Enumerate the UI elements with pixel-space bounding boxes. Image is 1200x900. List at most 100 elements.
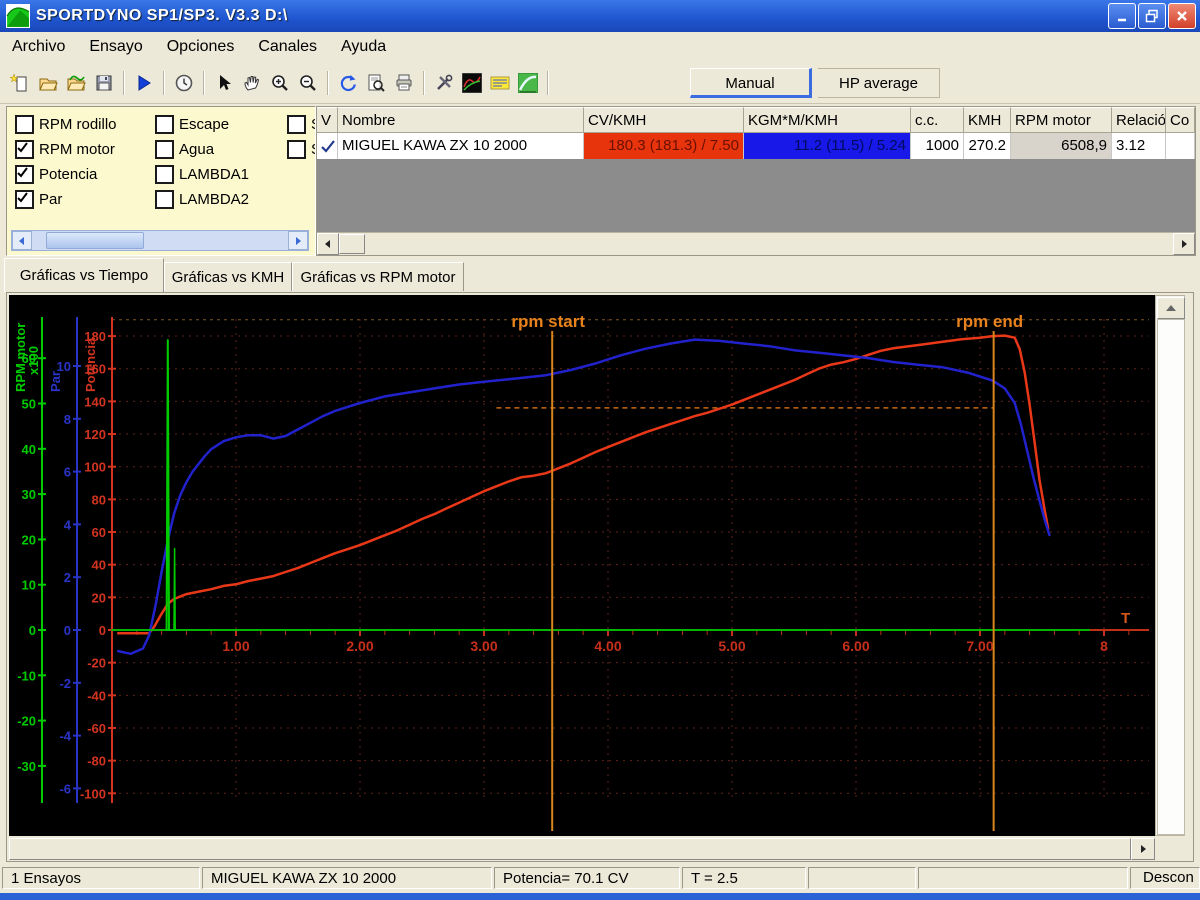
svg-text:7.00: 7.00 (966, 638, 993, 654)
scroll-right-icon[interactable] (1173, 233, 1195, 255)
svg-text:5.00: 5.00 (718, 638, 745, 654)
scroll-thumb[interactable] (339, 234, 365, 254)
channel-extra-1[interactable]: S (287, 115, 315, 134)
svg-text:8: 8 (1100, 638, 1108, 654)
tab-bar: Gráficas vs Tiempo Gráficas vs KMH Gráfi… (0, 256, 1200, 292)
status-empty-2 (918, 867, 1128, 889)
start-run-icon[interactable] (131, 70, 157, 96)
restore-button[interactable] (1138, 3, 1166, 29)
save-icon[interactable] (91, 70, 117, 96)
scroll-right-icon[interactable] (1131, 838, 1155, 860)
open-file-icon[interactable] (35, 70, 61, 96)
status-run-name: MIGUEL KAWA ZX 10 2000 (202, 867, 492, 889)
menu-item-archivo[interactable]: Archivo (0, 34, 77, 60)
channel-lambda2[interactable]: LAMBDA2 (155, 190, 249, 209)
checkbox (155, 140, 174, 159)
window-bottom-edge (0, 893, 1200, 900)
row-nombre: MIGUEL KAWA ZX 10 2000 (338, 133, 584, 159)
comments-icon[interactable] (487, 70, 513, 96)
print-icon[interactable] (391, 70, 417, 96)
table-scrollbar[interactable] (317, 232, 1195, 255)
row-relacion: 3.12 (1112, 133, 1166, 159)
col-header-rel[interactable]: Relació (1112, 107, 1166, 133)
svg-text:1.00: 1.00 (222, 638, 249, 654)
channel-escape[interactable]: Escape (155, 115, 229, 134)
col-header-kgm[interactable]: KGM*M/KMH (744, 107, 911, 133)
channel-extra-2[interactable]: S (287, 140, 315, 159)
scroll-left-icon[interactable] (12, 231, 32, 250)
refresh-icon[interactable] (335, 70, 361, 96)
new-file-icon[interactable] (7, 70, 33, 96)
tools-icon[interactable] (431, 70, 457, 96)
svg-text:-6: -6 (59, 781, 71, 796)
col-header-rpm[interactable]: RPM motor (1011, 107, 1112, 133)
svg-text:20: 20 (22, 532, 36, 547)
svg-text:-10: -10 (17, 668, 36, 683)
col-header-cc[interactable]: c.c. (911, 107, 964, 133)
col-header-v[interactable]: V (317, 107, 338, 133)
scroll-thumb[interactable] (9, 838, 1131, 860)
menu-item-ayuda[interactable]: Ayuda (329, 34, 398, 60)
scroll-right-icon[interactable] (288, 231, 308, 250)
svg-text:-80: -80 (87, 754, 106, 769)
col-header-cv[interactable]: CV/KMH (584, 107, 744, 133)
checkbox (287, 140, 306, 159)
scroll-left-icon[interactable] (317, 233, 339, 255)
svg-text:2: 2 (64, 570, 71, 585)
app-window: SPORTDYNO SP1/SP3. V3.3 D:\ Archivo Ensa… (0, 0, 1200, 900)
status-bar: 1 Ensayos MIGUEL KAWA ZX 10 2000 Potenci… (0, 864, 1200, 893)
chart-vertical-scrollbar[interactable] (1155, 295, 1185, 836)
col-header-co[interactable]: Co (1166, 107, 1195, 133)
curve-view-icon[interactable] (515, 70, 541, 96)
title-bar[interactable]: SPORTDYNO SP1/SP3. V3.3 D:\ (0, 0, 1200, 32)
tab-graficas-vs-tiempo[interactable]: Gráficas vs Tiempo (4, 258, 164, 292)
status-potencia: Potencia= 70.1 CV (494, 867, 680, 889)
svg-text:10: 10 (22, 578, 36, 593)
graph-view-icon[interactable] (459, 70, 485, 96)
svg-text:80: 80 (92, 492, 106, 507)
print-preview-icon[interactable] (363, 70, 389, 96)
cursor-icon[interactable] (211, 70, 237, 96)
tab-graficas-vs-rpm-motor[interactable]: Gráficas vs RPM motor (292, 262, 464, 291)
menu-bar: Archivo Ensayo Opciones Canales Ayuda (0, 32, 1200, 63)
menu-item-opciones[interactable]: Opciones (155, 34, 247, 60)
table-row[interactable]: MIGUEL KAWA ZX 10 2000 180.3 (181.3) / 7… (317, 133, 1195, 159)
checkbox (155, 115, 174, 134)
col-header-kmh[interactable]: KMH (964, 107, 1011, 133)
checkbox (155, 190, 174, 209)
pan-hand-icon[interactable] (239, 70, 265, 96)
channel-rpm-rodillo[interactable]: RPM rodillo (15, 115, 117, 134)
svg-text:0: 0 (64, 623, 71, 638)
manual-button[interactable]: Manual (690, 68, 812, 98)
chart-horizontal-scrollbar[interactable] (9, 838, 1155, 860)
minimize-button[interactable] (1108, 3, 1136, 29)
menu-item-canales[interactable]: Canales (246, 34, 329, 60)
scroll-thumb[interactable] (1157, 319, 1185, 835)
svg-text:Potencia: Potencia (83, 337, 98, 392)
channel-lambda1[interactable]: LAMBDA1 (155, 165, 249, 184)
timer-icon[interactable] (171, 70, 197, 96)
channel-panel: RPM rodillo RPM motor Potencia Par Escap… (6, 106, 316, 256)
channel-potencia[interactable]: Potencia (15, 165, 97, 184)
col-header-nombre[interactable]: Nombre (338, 107, 584, 133)
table-header-row: V Nombre CV/KMH KGM*M/KMH c.c. KMH RPM m… (317, 107, 1195, 133)
close-button[interactable] (1168, 3, 1196, 29)
checkbox (15, 140, 34, 159)
toolbar: Manual HP average (0, 62, 1200, 104)
dyno-chart[interactable]: 60 50 40 30 20 10 0 -10 -20 -30 RPM motor x100 10 8 6 4… (9, 295, 1155, 836)
scroll-thumb[interactable] (46, 232, 144, 249)
svg-text:-60: -60 (87, 721, 106, 736)
svg-text:-20: -20 (87, 656, 106, 671)
menu-item-ensayo[interactable]: Ensayo (77, 34, 154, 60)
channel-par[interactable]: Par (15, 190, 62, 209)
zoom-out-icon[interactable] (295, 70, 321, 96)
channel-rpm-motor[interactable]: RPM motor (15, 140, 115, 159)
scroll-up-icon[interactable] (1157, 297, 1185, 319)
channel-agua[interactable]: Agua (155, 140, 214, 159)
zoom-in-icon[interactable] (267, 70, 293, 96)
hp-average-button[interactable]: HP average (818, 68, 940, 98)
tab-graficas-vs-kmh[interactable]: Gráficas vs KMH (164, 262, 292, 291)
row-selected-check-icon[interactable] (317, 133, 338, 159)
channel-scrollbar[interactable] (11, 230, 309, 251)
open-compare-icon[interactable] (63, 70, 89, 96)
